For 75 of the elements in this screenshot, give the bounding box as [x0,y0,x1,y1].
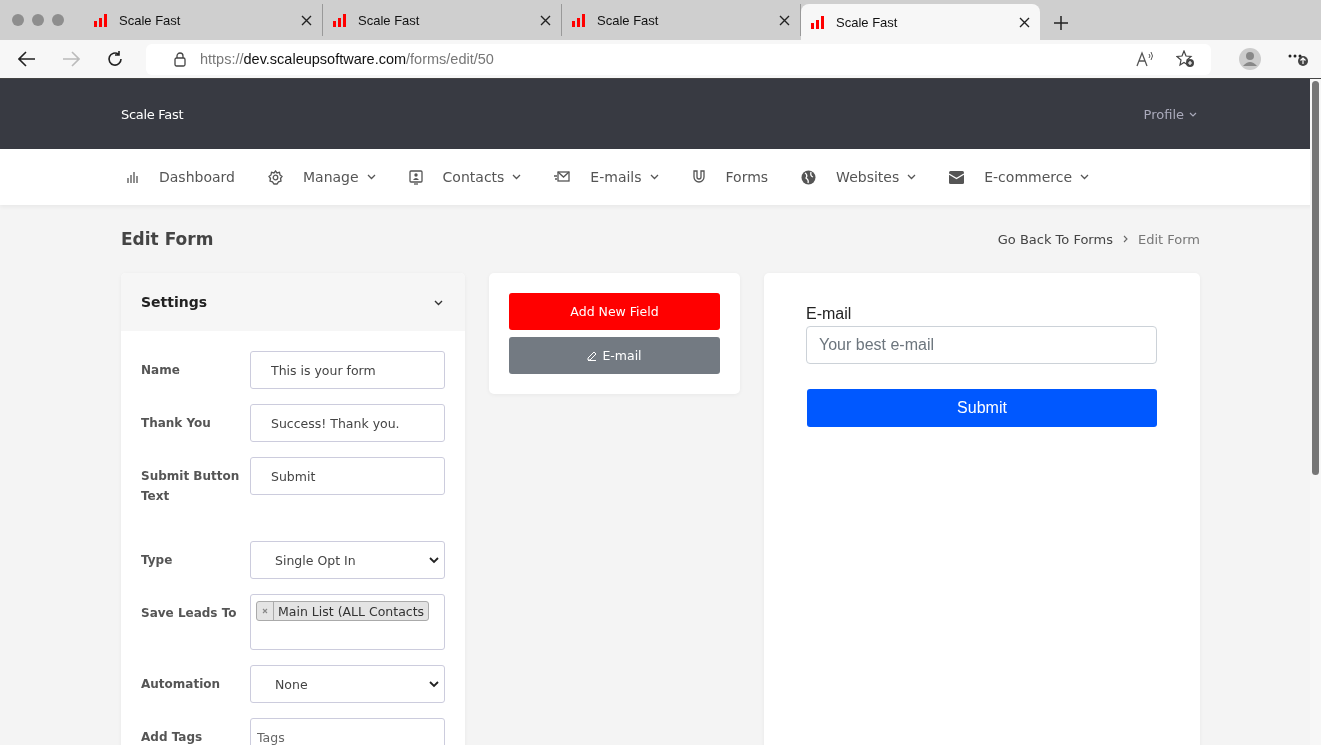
chevron-down-icon [1189,111,1197,117]
bar-chart-icon [811,15,824,29]
nav-menu-item[interactable]: Dashboard [127,169,235,185]
bar-chart-icon [572,13,585,27]
breadcrumb-current: Edit Form [1137,231,1200,247]
chevron-down-icon [907,174,917,180]
text-input[interactable]: Submit [250,457,445,495]
browser-tab[interactable]: Scale Fast [323,4,562,36]
field-label: Automation [141,676,222,693]
close-icon[interactable] [301,14,312,26]
id-card-icon [408,169,423,185]
text-input[interactable]: Tags [250,718,445,745]
settings-header[interactable]: Settings [121,273,465,331]
text-input[interactable]: Success! Thank you. [250,404,445,442]
field-button[interactable]: E-mail [509,337,720,374]
select-dropdown[interactable]: Single Opt In [250,541,445,579]
avatar-icon[interactable] [1239,48,1261,70]
lock-icon [174,51,186,67]
selected-tag[interactable]: Main List (ALL Contacts [256,601,430,621]
profile-menu[interactable]: Profile [1143,106,1197,122]
page-title: Edit Form [121,229,214,249]
nav-menu-item[interactable]: Manage [267,169,376,185]
read-aloud-icon[interactable] [1136,51,1154,67]
browser-tab[interactable]: Scale Fast [801,4,1040,40]
chevron-down-icon [649,174,659,180]
field-label: E-mail [806,305,853,323]
field-label: Thank You [141,415,212,432]
field-label: Save Leads To [141,605,238,622]
window-zoom-dot[interactable] [52,14,64,26]
field-label: Name [141,362,181,379]
reload-icon[interactable] [106,50,124,68]
bar-chart-icon [94,13,107,27]
close-icon[interactable] [779,14,790,26]
nav-menu-item[interactable]: E-mails [554,169,659,185]
url-text: https://dev.scaleupsoftware.com/forms/edit/50 [200,51,494,67]
nav-menu-item[interactable]: Websites [801,169,917,185]
magnet-icon [691,170,706,184]
globe-icon [801,169,817,185]
scrollbar-thumb[interactable] [1312,81,1319,475]
chevron-down-icon [366,174,376,180]
email-input[interactable]: Your best e-mail [806,326,1157,364]
pencil-icon [587,350,598,361]
remove-tag-icon[interactable] [262,608,268,614]
breadcrumb-link[interactable]: Go Back To Forms [997,231,1113,247]
new-tab-icon[interactable] [1054,16,1068,30]
back-arrow-icon[interactable] [18,51,36,67]
bar-chart-icon [127,171,139,183]
field-label: Type [141,552,174,569]
star-add-icon[interactable] [1176,50,1195,68]
nav-menu-item[interactable]: Forms [691,169,769,185]
field-label: Submit Button Text [141,468,241,505]
browser-tab[interactable]: Scale Fast [84,4,323,36]
window-close-dot[interactable] [12,14,24,26]
gear-icon [267,169,283,185]
chevron-down-icon [1080,174,1090,180]
close-icon[interactable] [1019,16,1030,28]
brand-name[interactable]: Scale Fast [121,106,184,122]
select-dropdown[interactable]: None [250,665,445,703]
chevron-right-icon [1122,235,1128,243]
chevron-down-icon [512,174,522,180]
chevron-down-icon [429,556,439,564]
text-input[interactable]: This is your form [250,351,445,389]
address-bar[interactable]: https://dev.scaleupsoftware.com/forms/edit/50 [146,43,1211,75]
close-icon[interactable] [540,14,551,26]
nav-menu-item[interactable]: Contacts [408,169,522,185]
chevron-down-icon [429,680,439,688]
add-field-button[interactable]: Add New Field [509,293,720,330]
field-label: Add Tags [141,729,204,745]
submit-button[interactable]: Submit [807,389,1157,427]
nav-menu-item[interactable]: E-commerce [949,169,1090,185]
window-minimize-dot[interactable] [32,14,44,26]
mailbox-icon [949,170,965,184]
envelope-icon [554,170,571,184]
multi-select-field[interactable]: Main List (ALL Contacts [250,594,445,650]
bar-chart-icon [333,13,346,27]
